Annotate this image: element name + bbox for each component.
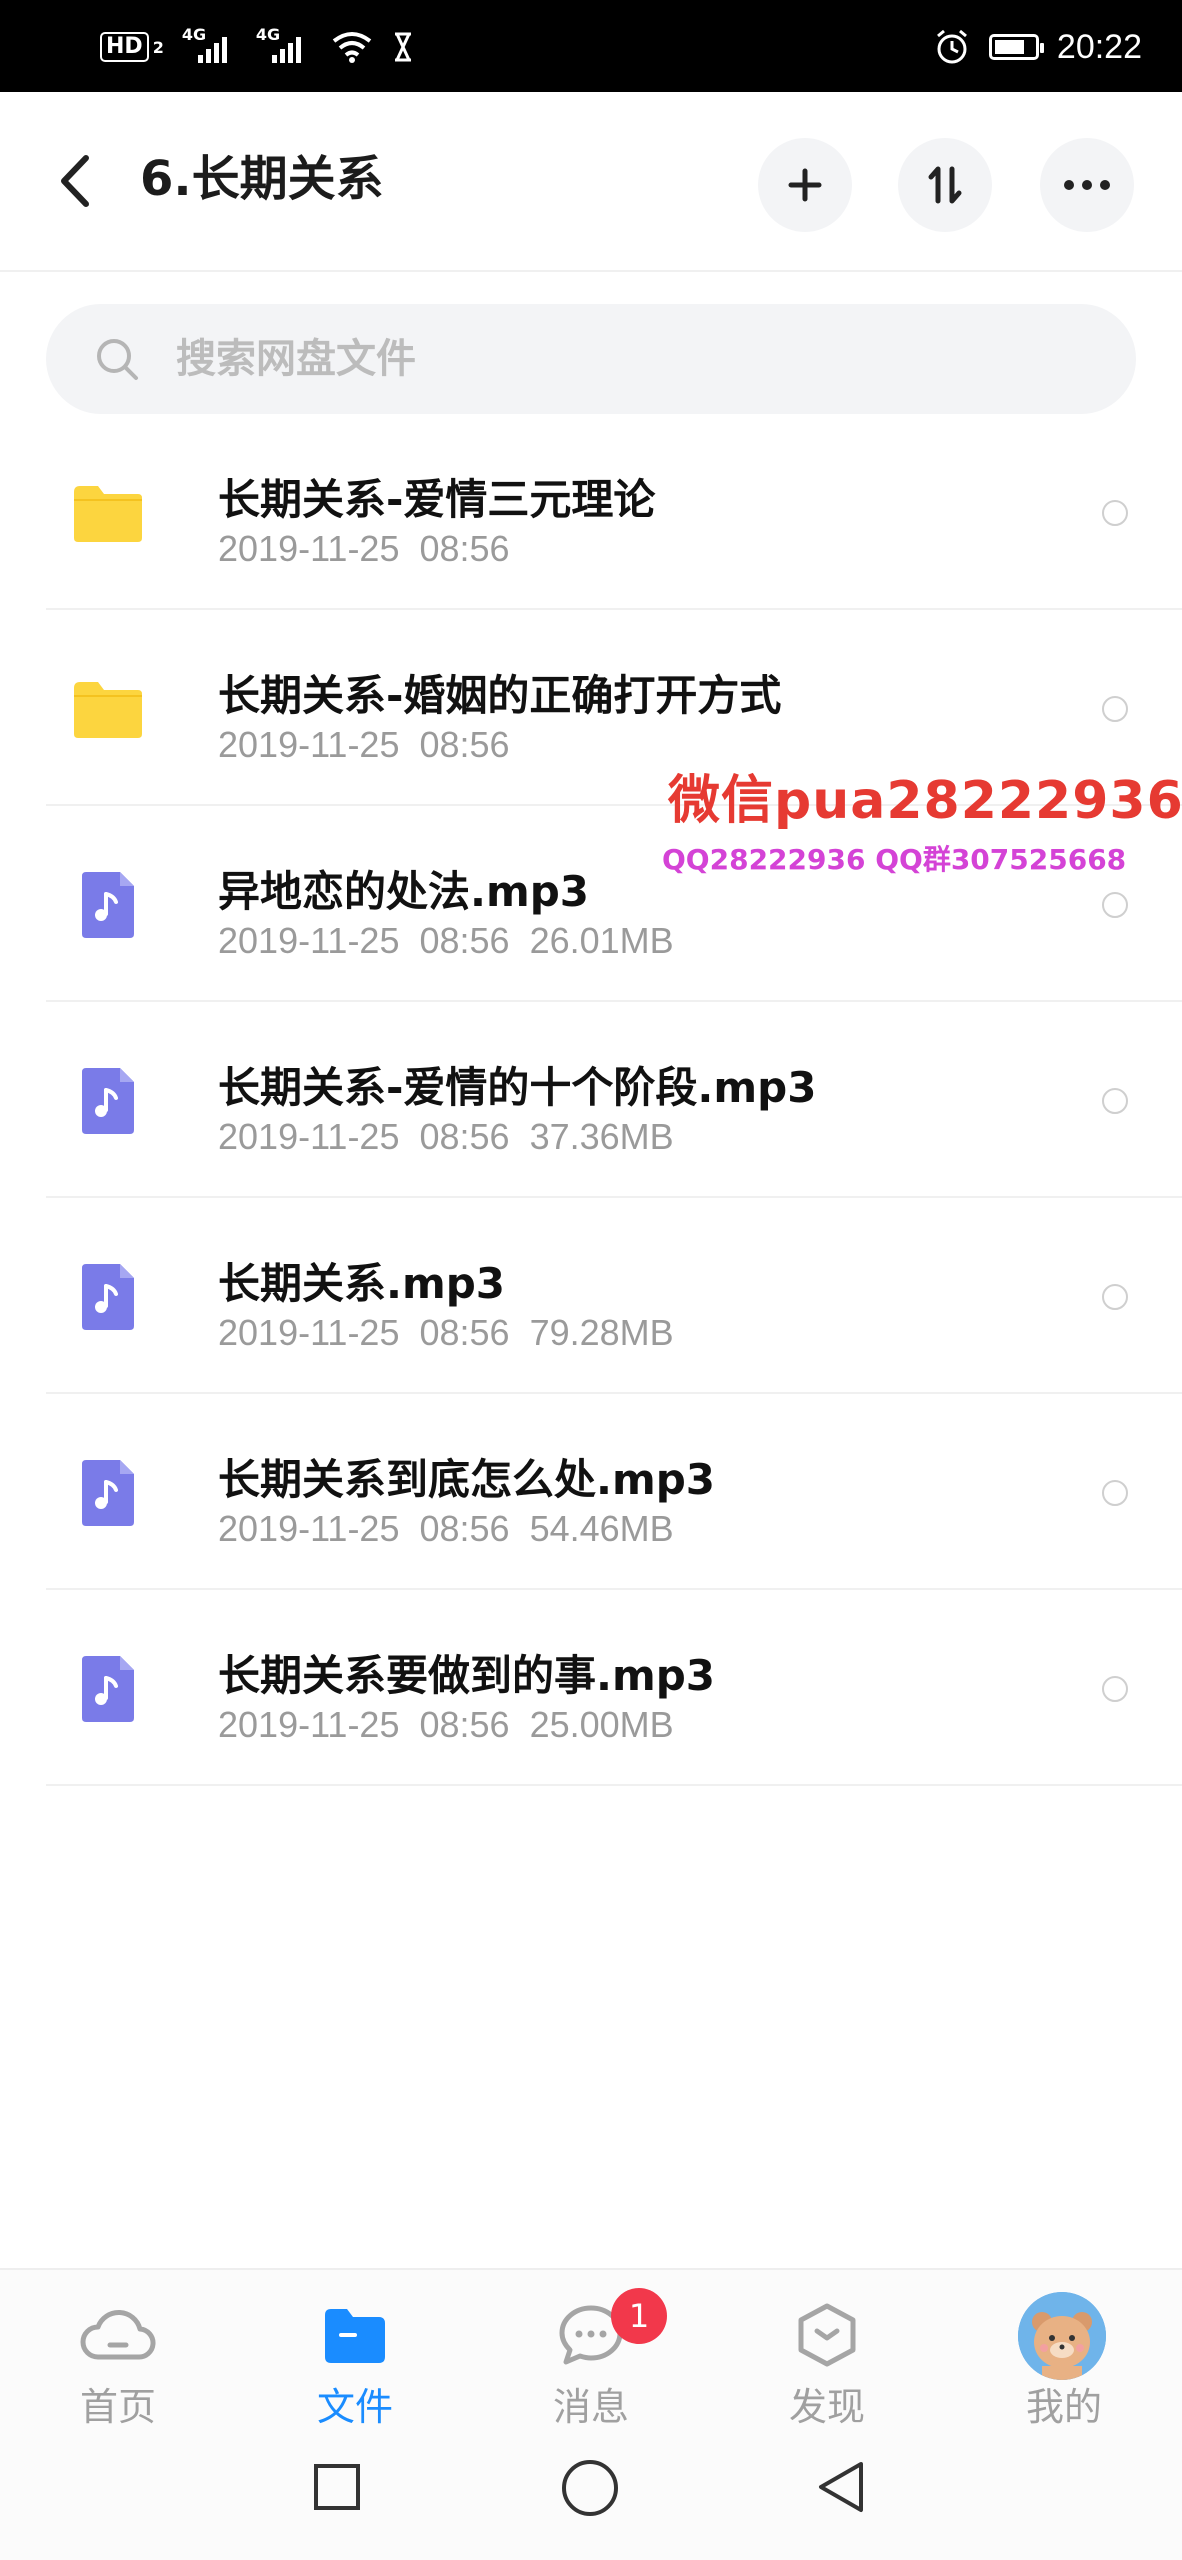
file-name: 长期关系-婚姻的正确打开方式	[218, 671, 782, 720]
file-name: 长期关系到底怎么处.mp3	[218, 1455, 716, 1504]
file-size: 37.36MB	[529, 1116, 674, 1157]
file-list: 长期关系-爱情三元理论 2019-11-25 08:56 长期关系-婚姻的正确打开方式…	[0, 414, 1182, 1786]
folder-icon	[74, 486, 142, 542]
file-date: 2019-11-25	[218, 528, 400, 569]
avatar-icon	[1018, 2292, 1106, 2380]
more-icon	[1064, 180, 1110, 190]
status-bar: HD 2 4G 4G 20:22	[0, 0, 1182, 92]
wifi-icon	[332, 32, 372, 63]
search-icon	[97, 339, 138, 380]
search-placeholder: 搜索网盘文件	[176, 336, 416, 382]
recent-apps-button[interactable]	[314, 2464, 360, 2510]
back-triangle-icon[interactable]	[815, 2458, 867, 2516]
select-checkbox[interactable]	[1102, 500, 1128, 526]
plus-icon	[788, 168, 822, 202]
file-time: 08:56	[419, 1312, 510, 1353]
file-time: 08:56	[419, 920, 510, 961]
system-nav-bar	[0, 2428, 1182, 2560]
home-button[interactable]	[562, 2460, 618, 2516]
header: 6.长期关系	[0, 92, 1182, 272]
watermark-wechat: 微信pua28222936	[668, 771, 1182, 831]
hourglass-icon	[394, 32, 411, 62]
file-time: 08:56	[419, 1704, 510, 1745]
audio-file-icon	[82, 872, 134, 938]
tab-files[interactable]: 文件	[275, 2270, 435, 2430]
file-date: 2019-11-25	[218, 1704, 400, 1745]
sort-icon	[928, 166, 962, 204]
file-time: 08:56	[419, 1116, 510, 1157]
file-meta: 2019-11-25 08:56	[218, 724, 510, 766]
folder-icon	[325, 2309, 385, 2363]
page-title: 6.长期关系	[140, 151, 384, 207]
file-date: 2019-11-25	[218, 1116, 400, 1157]
file-meta: 2019-11-25 08:56 25.00MB	[218, 1704, 674, 1746]
file-meta: 2019-11-25 08:56	[218, 528, 510, 570]
file-row[interactable]: 长期关系到底怎么处.mp3 2019-11-25 08:56 54.46MB	[0, 1394, 1182, 1590]
bottom-tab-bar: 首页 文件 1 消息 发现 我的	[0, 2268, 1182, 2430]
audio-file-icon	[82, 1656, 134, 1722]
file-date: 2019-11-25	[218, 1312, 400, 1353]
add-button[interactable]	[758, 138, 852, 232]
audio-file-icon	[82, 1460, 134, 1526]
tab-discover[interactable]: 发现	[747, 2270, 907, 2430]
file-name: 长期关系-爱情的十个阶段.mp3	[218, 1063, 817, 1112]
file-row[interactable]: 异地恋的处法.mp3 2019-11-25 08:56 26.01MB	[0, 806, 1182, 1002]
tab-label: 我的	[1025, 2385, 1102, 2429]
file-name: 长期关系.mp3	[218, 1259, 506, 1308]
folder-icon	[74, 682, 142, 738]
more-button[interactable]	[1040, 138, 1134, 232]
status-time: 20:22	[1056, 27, 1142, 66]
cloud-icon	[80, 2309, 156, 2360]
alarm-icon	[936, 29, 967, 64]
select-checkbox[interactable]	[1102, 1088, 1128, 1114]
hd-badge: HD	[100, 32, 149, 62]
audio-file-icon	[82, 1264, 134, 1330]
tab-label: 发现	[788, 2385, 865, 2429]
file-size: 26.01MB	[529, 920, 674, 961]
file-row[interactable]: 长期关系-爱情的十个阶段.mp3 2019-11-25 08:56 37.36MB	[0, 1002, 1182, 1198]
file-row[interactable]: 长期关系-爱情三元理论 2019-11-25 08:56	[0, 414, 1182, 610]
file-date: 2019-11-25	[218, 1508, 400, 1549]
select-checkbox[interactable]	[1102, 696, 1128, 722]
back-arrow-icon[interactable]	[56, 152, 96, 210]
file-date: 2019-11-25	[218, 724, 400, 765]
signal-icon: 4G	[256, 25, 312, 67]
select-checkbox[interactable]	[1102, 1284, 1128, 1310]
select-checkbox[interactable]	[1102, 1676, 1128, 1702]
file-size: 54.46MB	[529, 1508, 674, 1549]
file-date: 2019-11-25	[218, 920, 400, 961]
file-time: 08:56	[419, 528, 510, 569]
file-size: 25.00MB	[529, 1704, 674, 1745]
audio-file-icon	[82, 1068, 134, 1134]
unread-badge: 1	[611, 2288, 667, 2344]
tab-home[interactable]: 首页	[38, 2270, 198, 2430]
file-name: 长期关系要做到的事.mp3	[218, 1651, 716, 1700]
tab-label: 文件	[316, 2385, 393, 2429]
tab-label: 消息	[552, 2385, 629, 2429]
select-checkbox[interactable]	[1102, 892, 1128, 918]
file-time: 08:56	[419, 724, 510, 765]
signal-icon: 4G	[182, 25, 238, 67]
file-row[interactable]: 长期关系.mp3 2019-11-25 08:56 79.28MB	[0, 1198, 1182, 1394]
file-name: 长期关系-爱情三元理论	[218, 475, 656, 524]
tab-me[interactable]: 我的	[984, 2270, 1144, 2430]
discover-icon	[798, 2303, 856, 2367]
sort-button[interactable]	[898, 138, 992, 232]
file-meta: 2019-11-25 08:56 37.36MB	[218, 1116, 674, 1158]
sim-slot-label: 2	[152, 37, 164, 57]
tab-messages[interactable]: 1 消息	[511, 2270, 671, 2430]
select-checkbox[interactable]	[1102, 1480, 1128, 1506]
battery-icon	[988, 34, 1044, 60]
tab-label: 首页	[79, 2385, 156, 2429]
file-row[interactable]: 长期关系要做到的事.mp3 2019-11-25 08:56 25.00MB	[0, 1590, 1182, 1786]
file-meta: 2019-11-25 08:56 26.01MB	[218, 920, 674, 962]
file-name: 异地恋的处法.mp3	[218, 867, 590, 916]
file-meta: 2019-11-25 08:56 79.28MB	[218, 1312, 674, 1354]
search-input[interactable]: 搜索网盘文件	[46, 304, 1136, 414]
watermark-qq: QQ28222936 QQ群307525668	[662, 843, 1127, 876]
file-meta: 2019-11-25 08:56 54.46MB	[218, 1508, 674, 1550]
file-size: 79.28MB	[529, 1312, 674, 1353]
file-time: 08:56	[419, 1508, 510, 1549]
